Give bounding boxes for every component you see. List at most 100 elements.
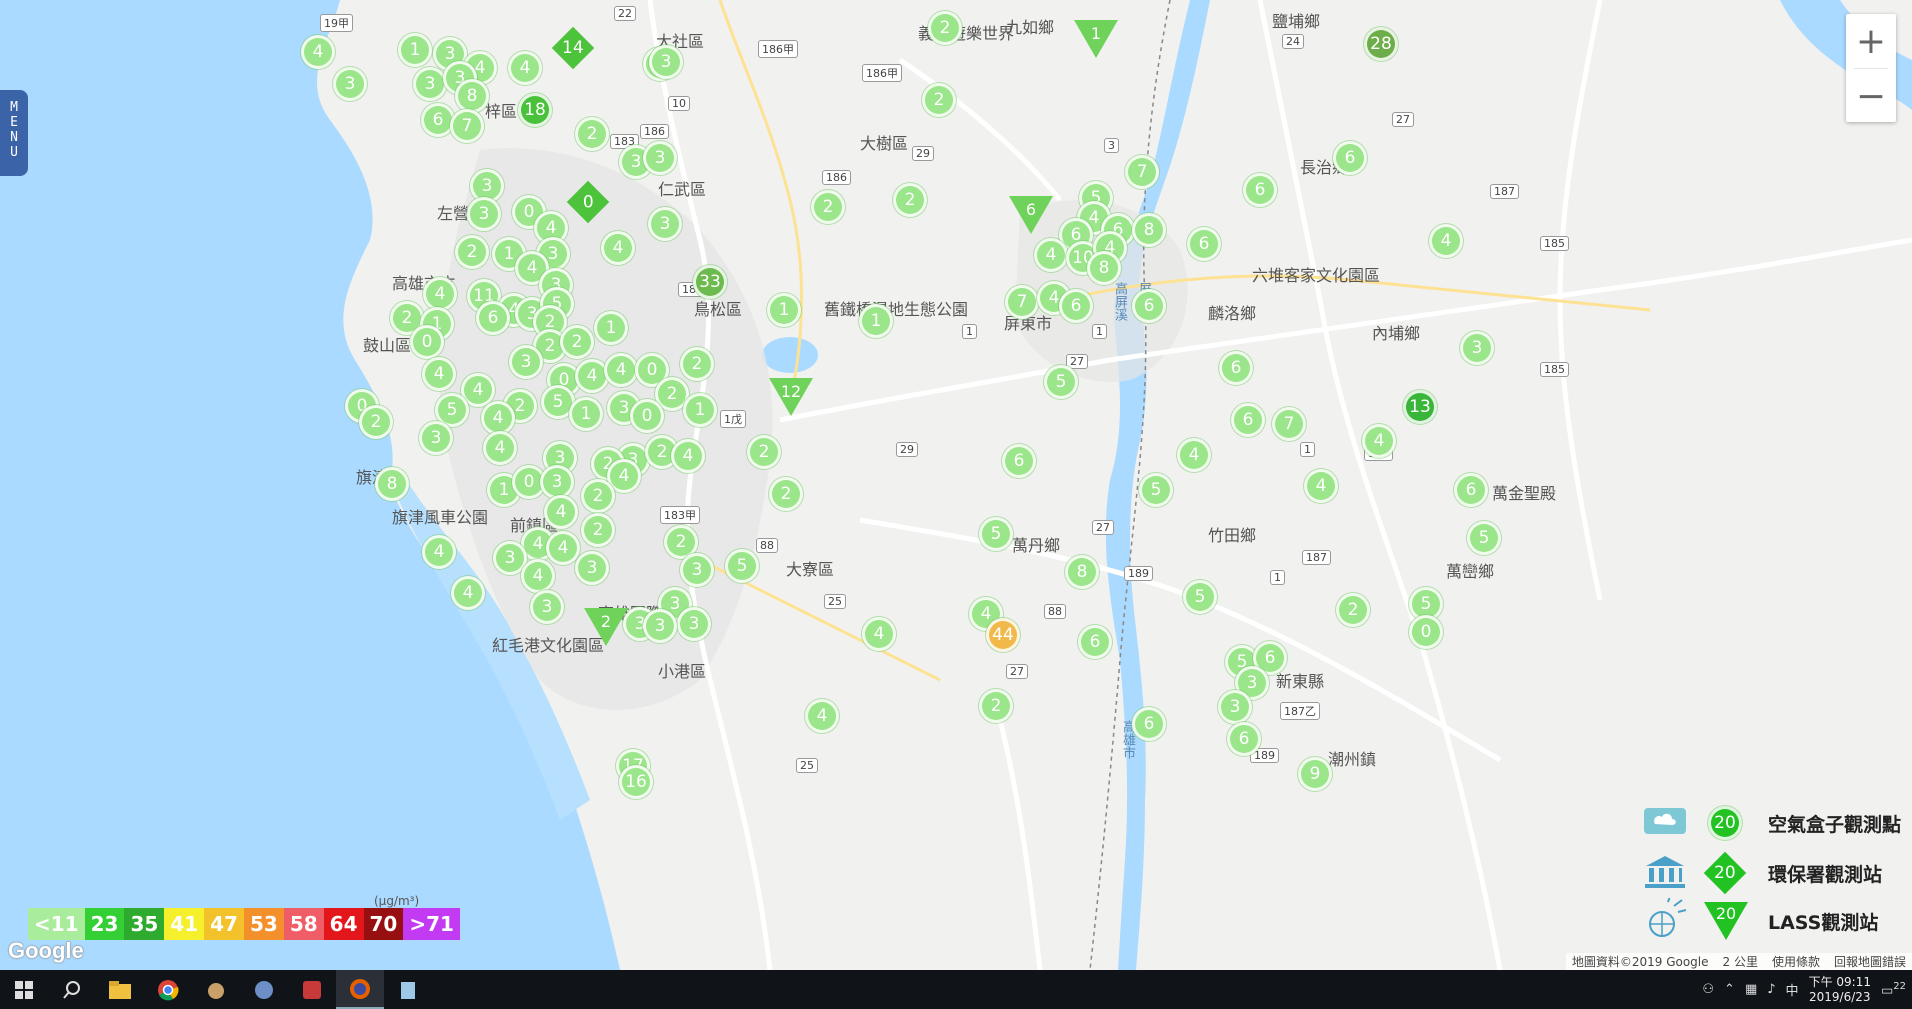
airbox-marker[interactable]: 7 [1125, 155, 1159, 189]
airbox-marker[interactable]: 0 [410, 325, 444, 359]
airbox-marker[interactable]: 8 [375, 467, 409, 501]
people-icon[interactable]: ⚇ [1702, 982, 1714, 997]
airbox-marker[interactable]: 1 [683, 393, 717, 427]
airbox-marker[interactable]: 2 [922, 83, 956, 117]
airbox-marker[interactable]: 44 [986, 618, 1020, 652]
airbox-marker[interactable]: 6 [1132, 289, 1166, 323]
airbox-marker[interactable]: 6 [1219, 351, 1253, 385]
airbox-marker[interactable]: 4 [422, 357, 456, 391]
airbox-marker[interactable]: 4 [1304, 469, 1338, 503]
airbox-marker[interactable]: 6 [1231, 403, 1265, 437]
app-icon[interactable] [192, 970, 240, 1009]
airbox-marker[interactable]: 1 [859, 304, 893, 338]
clock[interactable]: 下午 09:11 2019/6/23 [1809, 975, 1871, 1005]
airbox-marker[interactable]: 2 [979, 689, 1013, 723]
airbox-marker[interactable]: 18 [518, 93, 552, 127]
report-error-link[interactable]: 回報地圖錯誤 [1834, 953, 1906, 970]
airbox-marker[interactable]: 8 [1087, 251, 1121, 285]
airbox-marker[interactable]: 3 [575, 551, 609, 585]
airbox-marker[interactable]: 6 [1454, 473, 1488, 507]
airbox-marker[interactable]: 28 [1364, 27, 1398, 61]
airbox-marker[interactable]: 3 [540, 465, 574, 499]
airbox-marker[interactable]: 9 [1298, 757, 1332, 791]
airbox-marker[interactable]: 8 [1065, 555, 1099, 589]
menu-button[interactable]: MENU [0, 90, 28, 176]
airbox-marker[interactable]: 8 [455, 79, 489, 113]
airbox-marker[interactable]: 6 [1187, 227, 1221, 261]
airbox-marker[interactable]: 1 [594, 311, 628, 345]
airbox-marker[interactable]: 5 [1044, 365, 1078, 399]
airbox-marker[interactable]: 2 [455, 235, 489, 269]
airbox-marker[interactable]: 0 [1409, 615, 1443, 649]
airbox-marker[interactable]: 6 [1333, 141, 1367, 175]
airbox-marker[interactable]: 4 [1177, 438, 1211, 472]
airbox-marker[interactable]: 7 [1272, 407, 1306, 441]
airbox-marker[interactable]: 2 [928, 11, 962, 45]
zoom-out-button[interactable]: − [1846, 69, 1896, 123]
airbox-marker[interactable]: 6 [1227, 722, 1261, 756]
airbox-marker[interactable]: 4 [1362, 424, 1396, 458]
airbox-marker[interactable]: 33 [693, 265, 727, 299]
airbox-marker[interactable]: 4 [805, 699, 839, 733]
airbox-marker[interactable]: 3 [509, 345, 543, 379]
airbox-marker[interactable]: 6 [1002, 444, 1036, 478]
airbox-marker[interactable]: 6 [476, 301, 510, 335]
airbox-marker[interactable]: 4 [451, 576, 485, 610]
airbox-marker[interactable]: 4 [423, 277, 457, 311]
airbox-marker[interactable]: 6 [1078, 625, 1112, 659]
airbox-marker[interactable]: 5 [1467, 521, 1501, 555]
airbox-marker[interactable]: 2 [560, 325, 594, 359]
airbox-marker[interactable]: 3 [1218, 690, 1252, 724]
airbox-marker[interactable]: 2 [680, 347, 714, 381]
notification-icon[interactable]: ▭22 [1881, 981, 1906, 998]
airbox-marker[interactable]: 3 [333, 67, 367, 101]
airbox-marker[interactable]: 4 [546, 531, 580, 565]
airbox-marker[interactable]: 4 [481, 401, 515, 435]
airbox-marker[interactable]: 6 [1059, 289, 1093, 323]
airbox-marker[interactable]: 3 [643, 141, 677, 175]
airbox-marker[interactable]: 3 [467, 197, 501, 231]
airbox-marker[interactable]: 5 [979, 517, 1013, 551]
airbox-marker[interactable]: 2 [811, 190, 845, 224]
firefox-icon[interactable] [336, 970, 384, 1009]
airbox-marker[interactable]: 2 [359, 405, 393, 439]
search-icon[interactable] [48, 970, 96, 1009]
airbox-marker[interactable]: 5 [725, 549, 759, 583]
airbox-marker[interactable]: 2 [581, 513, 615, 547]
airbox-marker[interactable]: 13 [1403, 390, 1437, 424]
zoom-in-button[interactable]: + [1846, 14, 1896, 68]
airbox-marker[interactable]: 2 [769, 477, 803, 511]
airbox-marker[interactable]: 4 [604, 353, 638, 387]
terms-link[interactable]: 使用條款 [1772, 953, 1820, 970]
airbox-marker[interactable]: 4 [1034, 238, 1068, 272]
airbox-marker[interactable]: 4 [544, 495, 578, 529]
volume-icon[interactable]: ♪ [1767, 982, 1775, 997]
airbox-marker[interactable]: 4 [301, 35, 335, 69]
airbox-marker[interactable]: 4 [521, 559, 555, 593]
network-icon[interactable]: ▦ [1745, 982, 1757, 997]
airbox-marker[interactable]: 3 [648, 207, 682, 241]
airbox-marker[interactable]: 2 [1336, 593, 1370, 627]
airbox-marker[interactable]: 4 [862, 617, 896, 651]
airbox-marker[interactable]: 2 [747, 435, 781, 469]
airbox-marker[interactable]: 3 [680, 553, 714, 587]
app-icon[interactable] [288, 970, 336, 1009]
airbox-marker[interactable]: 3 [1460, 331, 1494, 365]
app-icon[interactable] [240, 970, 288, 1009]
airbox-marker[interactable]: 6 [1243, 173, 1277, 207]
map-canvas[interactable]: 義大遊樂世界 九如鄉 鹽埔鄉 大社區 大樹區 長治鄉 仁武區 左營區 梓區 六堆客家文化園區 鳥松區… [0, 0, 1912, 970]
chrome-icon[interactable] [144, 970, 192, 1009]
airbox-marker[interactable]: 3 [530, 590, 564, 624]
airbox-marker[interactable]: 8 [1132, 213, 1166, 247]
airbox-marker[interactable]: 3 [649, 45, 683, 79]
airbox-marker[interactable]: 5 [1183, 580, 1217, 614]
airbox-marker[interactable]: 0 [630, 399, 664, 433]
airbox-marker[interactable]: 4 [601, 231, 635, 265]
file-explorer-icon[interactable] [96, 970, 144, 1009]
airbox-marker[interactable]: 1 [767, 293, 801, 327]
airbox-marker[interactable]: 7 [450, 109, 484, 143]
airbox-marker[interactable]: 2 [893, 183, 927, 217]
airbox-marker[interactable]: 6 [1132, 707, 1166, 741]
airbox-marker[interactable]: 3 [643, 609, 677, 643]
ime-indicator[interactable]: 中 [1786, 980, 1799, 999]
